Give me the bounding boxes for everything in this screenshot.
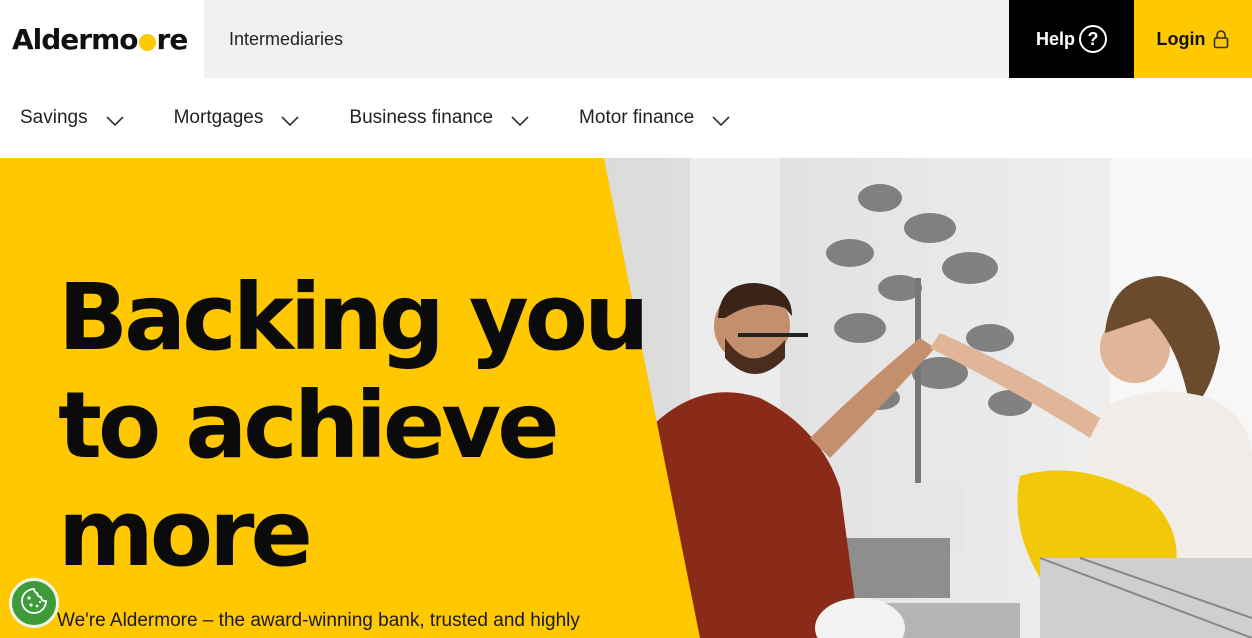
nav-item-business-finance[interactable]: Business finance <box>349 104 529 132</box>
nav-item-mortgages[interactable]: Mortgages <box>174 104 300 132</box>
main-nav: Savings Mortgages Business finance Motor… <box>0 78 1252 158</box>
chevron-down-icon <box>281 110 299 132</box>
top-bar: Aldermo re Intermediaries Help ? Login <box>0 0 1252 78</box>
hero-headline-line-2: to achieve <box>58 372 560 479</box>
logo-area: Aldermo re <box>0 0 204 78</box>
chevron-down-icon <box>511 110 529 132</box>
aldermore-logo[interactable]: Aldermo re <box>12 22 189 56</box>
hero-headline-line-1: Backing you <box>58 264 650 371</box>
question-circle-icon: ? <box>1079 25 1107 53</box>
logo-dot <box>138 33 156 51</box>
cookie-icon <box>20 587 48 620</box>
nav-item-label: Business finance <box>349 107 494 128</box>
nav-item-savings[interactable]: Savings <box>20 104 124 132</box>
chevron-down-icon <box>712 110 730 132</box>
chevron-down-icon <box>106 110 124 132</box>
hero-section: Backing you to achieve more We're Alderm… <box>0 158 1252 638</box>
help-label: Help <box>1035 28 1075 49</box>
hero-headline-line-3: more <box>58 480 313 587</box>
cookie-settings-button[interactable] <box>9 578 59 628</box>
logo-text-end: re <box>156 22 189 56</box>
nav-item-motor-finance[interactable]: Motor finance <box>579 104 730 132</box>
lock-icon <box>1213 29 1229 49</box>
login-label: Login <box>1156 28 1206 49</box>
nav-item-label: Savings <box>20 107 88 128</box>
login-button[interactable]: Login <box>1134 0 1252 78</box>
nav-item-label: Mortgages <box>173 107 264 128</box>
logo-text-start: Aldermo <box>12 22 139 56</box>
hero-headline: Backing you to achieve more <box>58 264 658 588</box>
intermediaries-link[interactable]: Intermediaries <box>229 29 343 50</box>
help-button[interactable]: Help ? <box>1009 0 1134 78</box>
nav-item-label: Motor finance <box>579 107 695 128</box>
hero-subtext: We're Aldermore – the award-winning bank… <box>57 610 580 631</box>
intermediaries-bar: Intermediaries <box>204 0 1009 78</box>
